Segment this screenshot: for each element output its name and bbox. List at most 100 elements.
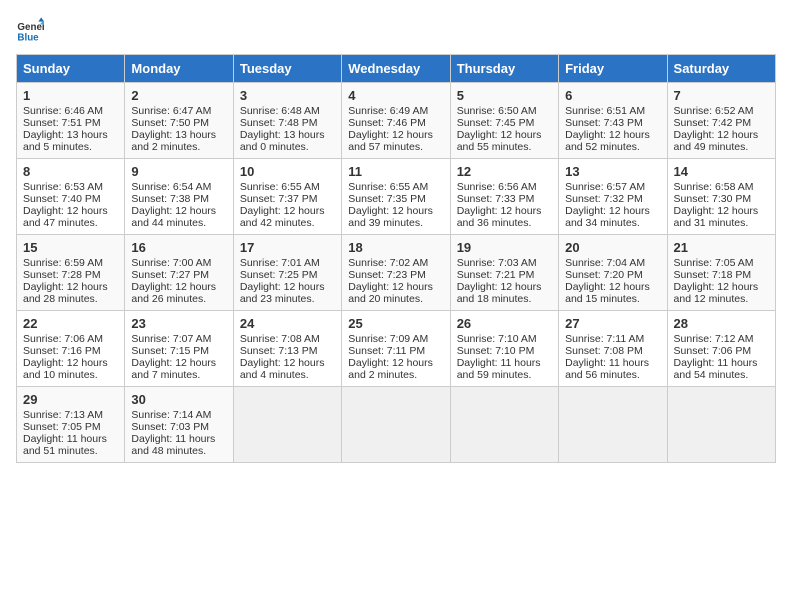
calendar-cell: 5Sunrise: 6:50 AMSunset: 7:45 PMDaylight… xyxy=(450,83,558,159)
col-header-saturday: Saturday xyxy=(667,55,775,83)
cell-line: Sunset: 7:25 PM xyxy=(240,269,335,281)
day-number: 16 xyxy=(131,240,226,255)
cell-line: and 26 minutes. xyxy=(131,293,226,305)
calendar-cell: 18Sunrise: 7:02 AMSunset: 7:23 PMDayligh… xyxy=(342,235,450,311)
cell-line: Sunrise: 6:50 AM xyxy=(457,105,552,117)
cell-line: Sunset: 7:46 PM xyxy=(348,117,443,129)
cell-line: and 34 minutes. xyxy=(565,217,660,229)
calendar-cell xyxy=(667,387,775,463)
cell-line: Sunset: 7:32 PM xyxy=(565,193,660,205)
calendar-cell: 11Sunrise: 6:55 AMSunset: 7:35 PMDayligh… xyxy=(342,159,450,235)
day-number: 6 xyxy=(565,88,660,103)
cell-line: and 56 minutes. xyxy=(565,369,660,381)
cell-line: Sunrise: 7:02 AM xyxy=(348,257,443,269)
calendar-cell: 8Sunrise: 6:53 AMSunset: 7:40 PMDaylight… xyxy=(17,159,125,235)
day-number: 1 xyxy=(23,88,118,103)
cell-line: Sunset: 7:30 PM xyxy=(674,193,769,205)
cell-line: Sunset: 7:08 PM xyxy=(565,345,660,357)
cell-line: Sunrise: 7:11 AM xyxy=(565,333,660,345)
day-number: 8 xyxy=(23,164,118,179)
cell-line: Daylight: 12 hours xyxy=(457,205,552,217)
day-number: 23 xyxy=(131,316,226,331)
day-number: 5 xyxy=(457,88,552,103)
col-header-thursday: Thursday xyxy=(450,55,558,83)
calendar-cell: 19Sunrise: 7:03 AMSunset: 7:21 PMDayligh… xyxy=(450,235,558,311)
cell-line: and 10 minutes. xyxy=(23,369,118,381)
cell-line: and 12 minutes. xyxy=(674,293,769,305)
cell-line: and 49 minutes. xyxy=(674,141,769,153)
page-header: General Blue xyxy=(16,16,776,44)
cell-line: Sunrise: 7:09 AM xyxy=(348,333,443,345)
cell-line: Sunset: 7:27 PM xyxy=(131,269,226,281)
calendar-cell: 6Sunrise: 6:51 AMSunset: 7:43 PMDaylight… xyxy=(559,83,667,159)
calendar-cell: 7Sunrise: 6:52 AMSunset: 7:42 PMDaylight… xyxy=(667,83,775,159)
cell-line: Daylight: 12 hours xyxy=(240,357,335,369)
cell-line: Sunrise: 7:14 AM xyxy=(131,409,226,421)
calendar-week-4: 22Sunrise: 7:06 AMSunset: 7:16 PMDayligh… xyxy=(17,311,776,387)
calendar-cell: 24Sunrise: 7:08 AMSunset: 7:13 PMDayligh… xyxy=(233,311,341,387)
calendar-cell: 1Sunrise: 6:46 AMSunset: 7:51 PMDaylight… xyxy=(17,83,125,159)
cell-line: Sunrise: 6:48 AM xyxy=(240,105,335,117)
cell-line: Daylight: 11 hours xyxy=(674,357,769,369)
cell-line: Sunset: 7:23 PM xyxy=(348,269,443,281)
calendar-cell: 22Sunrise: 7:06 AMSunset: 7:16 PMDayligh… xyxy=(17,311,125,387)
day-number: 11 xyxy=(348,164,443,179)
calendar-cell: 9Sunrise: 6:54 AMSunset: 7:38 PMDaylight… xyxy=(125,159,233,235)
cell-line: Daylight: 12 hours xyxy=(565,129,660,141)
cell-line: and 5 minutes. xyxy=(23,141,118,153)
cell-line: Sunset: 7:38 PM xyxy=(131,193,226,205)
day-number: 3 xyxy=(240,88,335,103)
cell-line: and 0 minutes. xyxy=(240,141,335,153)
cell-line: Sunrise: 6:47 AM xyxy=(131,105,226,117)
calendar-cell: 2Sunrise: 6:47 AMSunset: 7:50 PMDaylight… xyxy=(125,83,233,159)
cell-line: Sunrise: 6:56 AM xyxy=(457,181,552,193)
logo: General Blue xyxy=(16,16,48,44)
col-header-wednesday: Wednesday xyxy=(342,55,450,83)
day-number: 28 xyxy=(674,316,769,331)
cell-line: Sunset: 7:13 PM xyxy=(240,345,335,357)
cell-line: Daylight: 12 hours xyxy=(348,357,443,369)
svg-text:General: General xyxy=(17,22,44,33)
cell-line: Daylight: 12 hours xyxy=(23,357,118,369)
calendar-cell xyxy=(342,387,450,463)
calendar-week-5: 29Sunrise: 7:13 AMSunset: 7:05 PMDayligh… xyxy=(17,387,776,463)
calendar-cell: 27 Sunrise: 7:11 AMSunset: 7:08 PMDayligh… xyxy=(559,311,667,387)
calendar-cell: 25Sunrise: 7:09 AMSunset: 7:11 PMDayligh… xyxy=(342,311,450,387)
day-number: 25 xyxy=(348,316,443,331)
cell-line: Daylight: 12 hours xyxy=(240,205,335,217)
cell-line: Sunrise: 6:52 AM xyxy=(674,105,769,117)
cell-line: and 7 minutes. xyxy=(131,369,226,381)
cell-line: Sunset: 7:05 PM xyxy=(23,421,118,433)
cell-line: Sunset: 7:43 PM xyxy=(565,117,660,129)
cell-line: Sunset: 7:10 PM xyxy=(457,345,552,357)
cell-line: Sunrise: 7:04 AM xyxy=(565,257,660,269)
day-number: 13 xyxy=(565,164,660,179)
calendar-cell: 26Sunrise: 7:10 AMSunset: 7:10 PMDayligh… xyxy=(450,311,558,387)
cell-line: Daylight: 11 hours xyxy=(565,357,660,369)
cell-line: Sunset: 7:37 PM xyxy=(240,193,335,205)
calendar-cell: 20Sunrise: 7:04 AMSunset: 7:20 PMDayligh… xyxy=(559,235,667,311)
cell-line: Sunrise: 6:58 AM xyxy=(674,181,769,193)
day-number: 10 xyxy=(240,164,335,179)
cell-line: and 39 minutes. xyxy=(348,217,443,229)
cell-line: Sunset: 7:48 PM xyxy=(240,117,335,129)
cell-line: and 54 minutes. xyxy=(674,369,769,381)
day-number: 27 xyxy=(565,316,660,331)
cell-line: Sunrise: 7:01 AM xyxy=(240,257,335,269)
cell-line: and 59 minutes. xyxy=(457,369,552,381)
cell-line: and 55 minutes. xyxy=(457,141,552,153)
col-header-friday: Friday xyxy=(559,55,667,83)
day-number: 12 xyxy=(457,164,552,179)
cell-line: and 31 minutes. xyxy=(674,217,769,229)
calendar-cell: 14Sunrise: 6:58 AMSunset: 7:30 PMDayligh… xyxy=(667,159,775,235)
cell-line: Sunrise: 7:10 AM xyxy=(457,333,552,345)
col-header-monday: Monday xyxy=(125,55,233,83)
cell-line: and 36 minutes. xyxy=(457,217,552,229)
day-number: 15 xyxy=(23,240,118,255)
calendar-cell: 10Sunrise: 6:55 AMSunset: 7:37 PMDayligh… xyxy=(233,159,341,235)
day-number: 9 xyxy=(131,164,226,179)
day-number: 24 xyxy=(240,316,335,331)
cell-line: Sunrise: 7:07 AM xyxy=(131,333,226,345)
cell-line: Daylight: 12 hours xyxy=(348,205,443,217)
calendar-cell xyxy=(450,387,558,463)
